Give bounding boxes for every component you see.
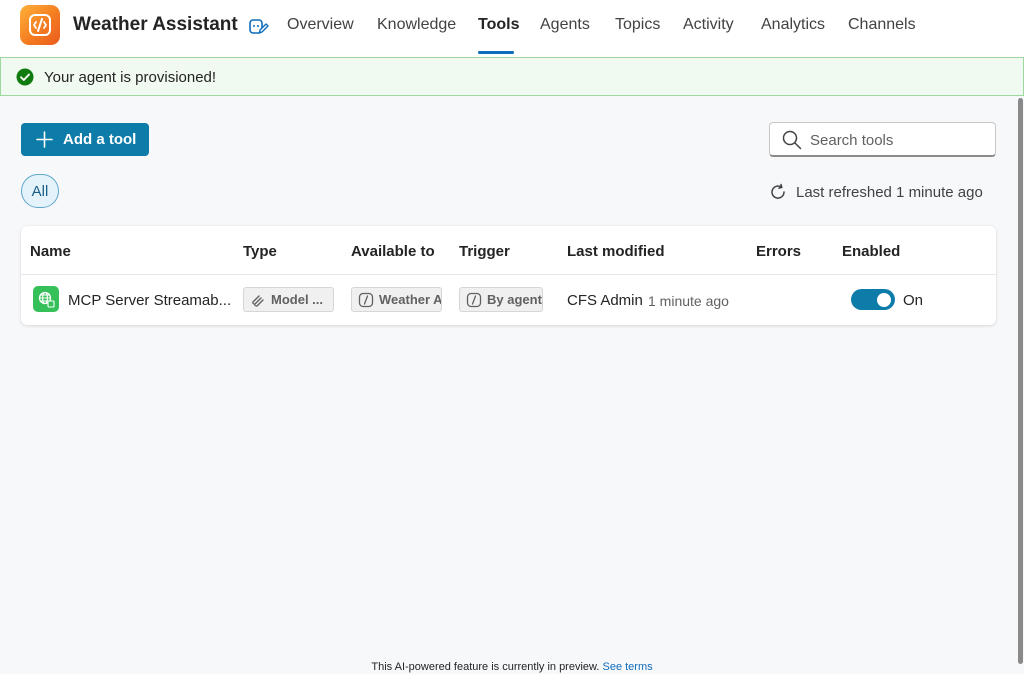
column-header-last-modified[interactable]: Last modified (567, 243, 665, 260)
trigger-chip: By agent (459, 287, 543, 312)
banner-message: Your agent is provisioned! (44, 69, 217, 86)
preview-footer: This AI-powered feature is currently in … (0, 661, 1024, 673)
column-header-enabled[interactable]: Enabled (842, 243, 900, 260)
tab-agents[interactable]: Agents (540, 16, 590, 34)
tab-tools[interactable]: Tools (478, 16, 519, 34)
success-banner: Your agent is provisioned! (0, 57, 1024, 96)
column-header-available-to[interactable]: Available to (351, 243, 435, 260)
enabled-label: On (903, 292, 924, 309)
agent-icon (466, 292, 482, 307)
search-box[interactable] (769, 122, 996, 157)
scrollbar-thumb[interactable] (1018, 98, 1023, 664)
app-header: Weather Assistant Overview Knowledge Too… (0, 0, 1024, 57)
last-refreshed-text: Last refreshed 1 minute ago (796, 184, 983, 201)
active-tab-indicator (478, 51, 514, 54)
add-tool-button[interactable]: Add a tool (21, 123, 149, 156)
search-icon (782, 130, 802, 150)
tab-activity[interactable]: Activity (683, 16, 734, 34)
available-to-chip-label: Weather Assistant (379, 292, 442, 307)
add-tool-label: Add a tool (63, 131, 137, 148)
available-to-chip: Weather Assistant (351, 287, 442, 312)
tool-name[interactable]: MCP Server Streamab... (68, 292, 231, 309)
modified-by: CFS Admin (567, 292, 643, 309)
tab-topics[interactable]: Topics (615, 16, 660, 34)
preview-notice: This AI-powered feature is currently in … (371, 661, 600, 673)
column-header-type[interactable]: Type (243, 243, 277, 260)
column-header-name[interactable]: Name (30, 243, 71, 260)
check-circle-icon (16, 68, 34, 86)
tab-channels[interactable]: Channels (848, 16, 916, 34)
enabled-toggle[interactable] (851, 289, 895, 310)
trigger-chip-label: By agent (487, 292, 542, 307)
type-chip-label: Model ... (271, 292, 323, 307)
tab-overview[interactable]: Overview (287, 16, 354, 34)
see-terms-link[interactable]: See terms (602, 661, 652, 673)
type-chip: Model ... (243, 287, 334, 312)
table-header-divider (21, 274, 996, 275)
globe-icon (33, 286, 59, 312)
refresh-icon[interactable] (769, 183, 787, 201)
edit-agent-icon[interactable] (247, 15, 269, 37)
filter-all[interactable]: All (21, 174, 59, 208)
toggle-knob (877, 292, 891, 307)
app-logo-icon[interactable] (20, 5, 60, 45)
app-title: Weather Assistant (73, 14, 238, 35)
tab-analytics[interactable]: Analytics (761, 16, 825, 34)
agent-icon (358, 292, 374, 307)
column-header-errors[interactable]: Errors (756, 243, 801, 260)
search-input[interactable] (810, 129, 990, 151)
plus-icon (36, 131, 53, 148)
modified-time: 1 minute ago (648, 293, 729, 309)
tab-knowledge[interactable]: Knowledge (377, 16, 456, 34)
column-header-trigger[interactable]: Trigger (459, 243, 510, 260)
model-icon (252, 294, 264, 307)
